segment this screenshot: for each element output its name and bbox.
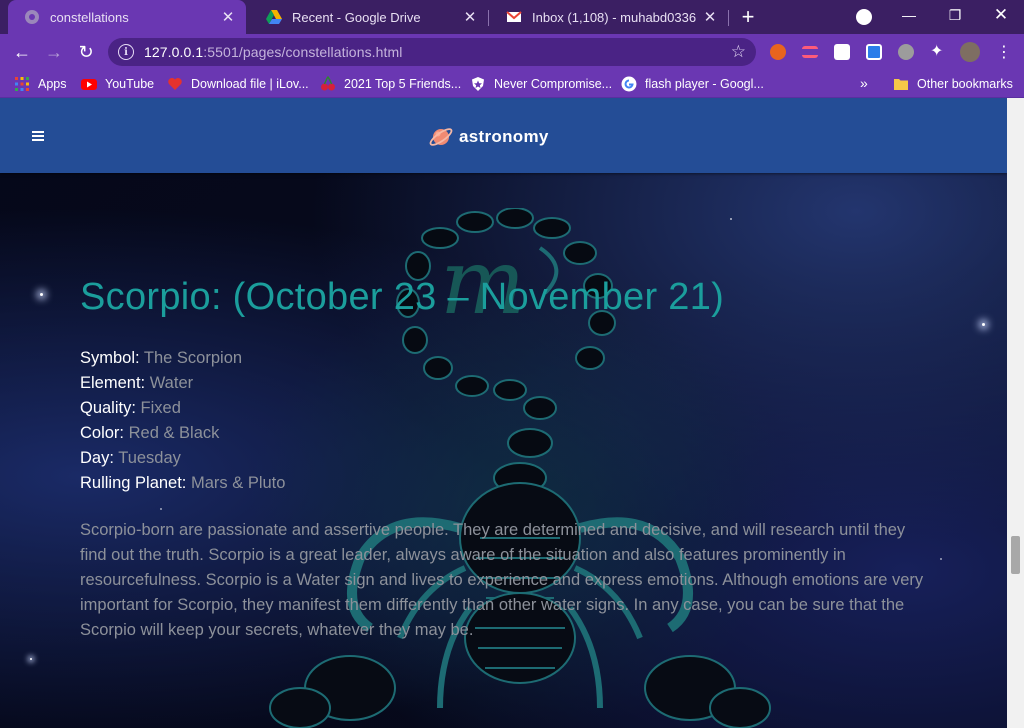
scrollbar-thumb[interactable] (1011, 536, 1020, 574)
bookmark-label: flash player - Googl... (645, 77, 764, 91)
tab-separator (728, 10, 729, 26)
cherries-icon (321, 76, 335, 91)
fact-value: Mars & Pluto (191, 474, 286, 492)
tab-separator (488, 10, 489, 26)
fact-label: Day: (80, 449, 114, 467)
close-window-button[interactable]: ✕ (978, 0, 1024, 30)
url-host: 127.0.0.1 (144, 44, 204, 60)
fact-ruling-planet: Rulling Planet: Mars & Pluto (80, 471, 285, 496)
description-paragraph: Scorpio-born are passionate and assertiv… (80, 521, 924, 639)
profile-avatar[interactable] (960, 42, 980, 62)
fact-value: Water (149, 374, 194, 392)
tab-gmail-inbox[interactable]: Inbox (1,108) - muhabd0336@gm ✕ (490, 0, 728, 34)
bookmark-top-friends[interactable]: 2021 Top 5 Friends... (320, 70, 461, 98)
bookmark-label: Never Compromise... (494, 77, 613, 91)
star-sparkle (30, 658, 32, 660)
planet-logo-icon (429, 128, 453, 146)
extension-infinity-icon[interactable] (770, 44, 786, 60)
minimize-button[interactable]: — (886, 0, 932, 30)
bookmark-label: YouTube (105, 77, 155, 91)
star-sparkle (940, 558, 942, 560)
logo-text: astronomy (459, 127, 549, 146)
tab-title: constellations (50, 9, 129, 25)
reload-icon[interactable]: ↻ (74, 40, 98, 64)
browser-toolbar: ← → ↻ i 127.0.0.1:5501/pages/constellati… (0, 34, 1024, 70)
menu-kebab-icon[interactable]: ⋮ (992, 40, 1016, 64)
heart-icon (168, 78, 182, 90)
hamburger-menu-icon[interactable] (32, 131, 44, 141)
bookmark-youtube[interactable]: YouTube (81, 70, 154, 98)
tab-google-drive[interactable]: Recent - Google Drive ✕ (250, 0, 488, 34)
star-sparkle (40, 293, 43, 296)
close-tab-icon[interactable]: ✕ (462, 9, 478, 26)
extensions-puzzle-icon[interactable]: ✦ (930, 41, 946, 60)
shield-icon (472, 77, 484, 91)
browser-tabstrip: constellations ✕ Recent - Google Drive ✕… (0, 0, 1024, 34)
close-tab-icon[interactable]: ✕ (702, 9, 718, 26)
bookmark-label: Other bookmarks (917, 77, 1013, 91)
bookmark-label: Apps (38, 77, 67, 91)
site-logo[interactable]: astronomy (428, 124, 549, 150)
fact-element: Element: Water (80, 371, 285, 396)
bookmark-never-compromise[interactable]: Never Compromise... (470, 70, 612, 98)
fact-color: Color: Red & Black (80, 421, 285, 446)
fact-value: Red & Black (128, 424, 220, 442)
tab-search-icon[interactable] (856, 9, 872, 25)
extension-cloud-icon[interactable] (834, 44, 850, 60)
bookmark-star-icon[interactable]: ☆ (731, 42, 746, 62)
bookmark-label: 2021 Top 5 Friends... (344, 77, 462, 91)
tab-title: Inbox (1,108) - muhabd0336@gm (532, 9, 696, 25)
close-tab-icon[interactable]: ✕ (220, 9, 236, 26)
fact-value: The Scorpion (143, 349, 243, 367)
facts-list: Symbol: The Scorpion Element: Water Qual… (80, 346, 285, 496)
site-info-icon[interactable]: i (118, 44, 134, 60)
star-sparkle (160, 508, 162, 510)
bookmark-flash-player[interactable]: flash player - Googl... (621, 70, 764, 98)
fact-label: Color: (80, 424, 125, 442)
fact-value: Fixed (140, 399, 181, 417)
apps-grid-icon (15, 77, 29, 91)
forward-arrow-icon[interactable]: → (42, 40, 66, 64)
bookmark-apps[interactable]: Apps (14, 70, 67, 98)
google-drive-icon (266, 10, 282, 24)
fact-label: Rulling Planet: (80, 474, 187, 492)
bookmarks-bar: Apps YouTube Download file | iLov... 202… (0, 70, 1024, 98)
youtube-icon (81, 79, 97, 90)
page-scrollbar[interactable] (1007, 98, 1024, 728)
new-tab-button[interactable]: + (736, 4, 760, 29)
site-header: astronomy (0, 98, 1007, 173)
bookmark-label: Download file | iLov... (191, 77, 309, 91)
bookmark-other-folder[interactable]: Other bookmarks (893, 70, 1013, 98)
fact-day: Day: Tuesday (80, 446, 285, 471)
tab-constellations[interactable]: constellations ✕ (8, 0, 246, 34)
page-viewport: m astronomy Scorpio: (October 23 – Novem… (0, 98, 1007, 728)
fact-quality: Quality: Fixed (80, 396, 285, 421)
extension-screen-icon[interactable] (866, 44, 882, 60)
fact-value: Tuesday (118, 449, 181, 467)
back-arrow-icon[interactable]: ← (10, 40, 34, 64)
url-text: 127.0.0.1:5501/pages/constellations.html (144, 44, 403, 60)
fact-label: Quality: (80, 399, 136, 417)
bookmark-ilovepdf[interactable]: Download file | iLov... (167, 70, 309, 98)
gmail-icon (506, 11, 522, 22)
address-bar[interactable]: i 127.0.0.1:5501/pages/constellations.ht… (108, 38, 756, 66)
star-sparkle (982, 323, 985, 326)
folder-icon (894, 79, 908, 90)
fact-symbol: Symbol: The Scorpion (80, 346, 285, 371)
google-icon (621, 76, 637, 92)
page-title: Scorpio: (October 23 – November 21) (80, 276, 725, 318)
fact-label: Element: (80, 374, 146, 392)
fact-label: Symbol: (80, 349, 140, 367)
extension-stripes-icon[interactable] (802, 46, 818, 58)
restore-button[interactable]: ❐ (932, 0, 978, 30)
more-bookmarks-chevron-icon[interactable]: » (860, 75, 868, 91)
extension-globe-icon[interactable] (898, 44, 914, 60)
globe-icon (25, 10, 39, 24)
url-path: :5501/pages/constellations.html (203, 44, 403, 60)
tab-title: Recent - Google Drive (292, 9, 421, 25)
